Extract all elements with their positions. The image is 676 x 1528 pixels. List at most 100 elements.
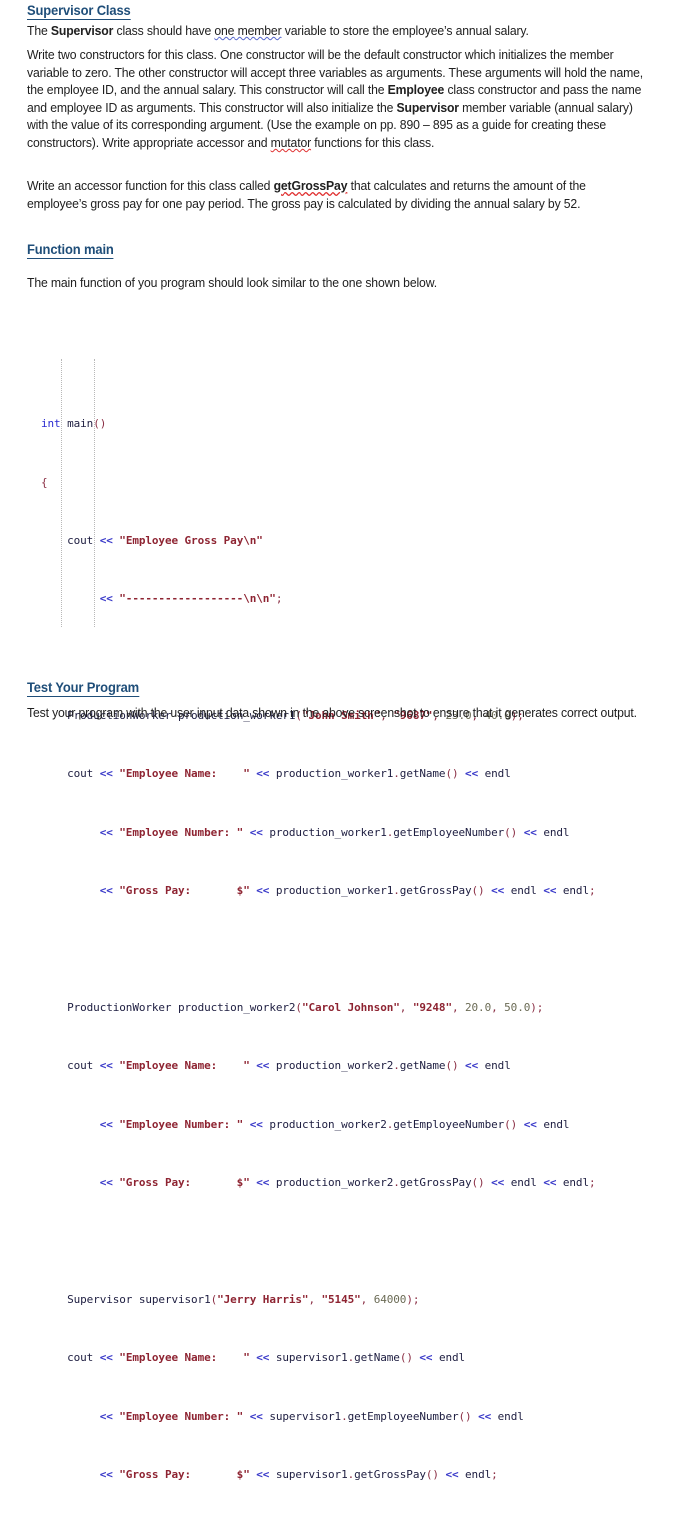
code-var-worker2-ref-3: production_worker2 xyxy=(275,1176,394,1190)
code-var-worker1-ref-2: production_worker1 xyxy=(269,825,387,839)
heading-function-main: Function main xyxy=(27,242,114,259)
code-method-getemployeenumber-1: getEmployeeNumber xyxy=(393,825,505,839)
code-op-insert-6: << xyxy=(99,825,113,839)
code-string-worker2-name: "Carol Johnson" xyxy=(301,1000,400,1014)
code-keyword-int: int xyxy=(41,417,61,431)
code-line-16: Supervisor supervisor1("Jerry Harris", "… xyxy=(67,1292,420,1306)
code-op-insert-18: << xyxy=(523,1117,537,1131)
code-var-supervisor1-ref-2: supervisor1 xyxy=(269,1409,342,1423)
code-line-12: cout << "Employee Name: " << production_… xyxy=(67,1059,511,1073)
para2-bold-supervisor: Supervisor xyxy=(396,100,460,115)
code-method-getname-1: getName xyxy=(399,767,446,781)
code-var-worker2-decl: production_worker2 xyxy=(178,1000,296,1014)
code-var-supervisor1-ref-3: supervisor1 xyxy=(275,1467,348,1481)
para4-text: The main function of you program should … xyxy=(27,276,437,290)
code-endl-3: endl xyxy=(510,884,537,898)
code-string-supervisor1-id: "5145" xyxy=(321,1292,361,1306)
para1-text-part3: variable to store the employee’s annual … xyxy=(281,24,529,38)
code-op-insert-15: << xyxy=(465,1059,479,1073)
code-number-worker2-rate: 20.0 xyxy=(465,1000,492,1014)
code-op-insert-22: << xyxy=(543,1176,557,1190)
para3-text-part1: Write an accessor function for this clas… xyxy=(27,179,274,193)
code-line-9: << "Gross Pay: $" << production_worker1.… xyxy=(99,884,596,898)
code-endl-1: endl xyxy=(484,767,511,781)
code-method-getemployeenumber-2: getEmployeeNumber xyxy=(393,1117,505,1131)
code-op-insert-20: << xyxy=(256,1176,270,1190)
code-string-supervisor1-name: "Jerry Harris" xyxy=(217,1292,309,1306)
code-line-blank-1 xyxy=(41,651,661,666)
code-op-insert-19: << xyxy=(99,1176,113,1190)
code-string-label-name-1: "Employee Name: " xyxy=(119,767,250,781)
paragraph-supervisor-member-variable: The Supervisor class should have one mem… xyxy=(27,23,638,41)
code-class-productionworker-2: ProductionWorker xyxy=(67,1000,172,1014)
code-line-11: ProductionWorker production_worker2("Car… xyxy=(67,1000,544,1014)
code-var-worker2-ref-2: production_worker2 xyxy=(269,1117,387,1131)
code-op-insert-3: << xyxy=(99,767,113,781)
code-line-19: << "Gross Pay: $" << supervisor1.getGros… xyxy=(99,1467,498,1481)
code-endl-8: endl xyxy=(562,1176,589,1190)
code-op-insert-13: << xyxy=(99,1059,113,1073)
para1-text-part2: class should have xyxy=(113,24,215,38)
code-op-insert-4: << xyxy=(256,767,270,781)
code-stream-cout-3: cout xyxy=(67,1059,94,1073)
code-op-insert-21: << xyxy=(491,1176,505,1190)
code-string-label-name-2: "Employee Name: " xyxy=(119,1059,250,1073)
para2-text-part4: functions for this class. xyxy=(311,135,435,150)
code-line-4: << "------------------\n\n"; xyxy=(99,592,283,606)
code-op-insert-23: << xyxy=(99,1351,113,1365)
code-op-insert-25: << xyxy=(419,1351,433,1365)
section-supervisor-class: Supervisor Class xyxy=(27,2,135,20)
code-number-supervisor1-salary: 64000 xyxy=(373,1292,407,1306)
code-line-blank-4 xyxy=(41,1526,661,1528)
code-endl-4: endl xyxy=(562,884,589,898)
code-block-main-function: int main() { cout << "Employee Gross Pay… xyxy=(41,315,661,1481)
code-line-17: cout << "Employee Name: " << supervisor1… xyxy=(67,1351,466,1365)
code-var-supervisor1-decl: supervisor1 xyxy=(138,1292,211,1306)
para1-text-part1: The xyxy=(27,24,51,38)
paragraph-main-function-intro: The main function of you program should … xyxy=(27,275,646,293)
code-op-insert-28: << xyxy=(478,1409,492,1423)
code-var-worker1-ref-3: production_worker1 xyxy=(275,884,394,898)
code-endl-10: endl xyxy=(497,1409,524,1423)
code-op-insert-2: << xyxy=(99,592,113,606)
code-stream-cout-1: cout xyxy=(67,533,94,547)
code-string-header: "Employee Gross Pay\n" xyxy=(119,533,263,547)
code-method-getgrosspay-2: getGrossPay xyxy=(399,1176,472,1190)
code-op-insert-16: << xyxy=(99,1117,113,1131)
para1-bold-supervisor: Supervisor xyxy=(50,24,114,38)
code-op-insert-26: << xyxy=(99,1409,113,1423)
code-line-8: << "Employee Number: " << production_wor… xyxy=(99,825,570,839)
code-line-blank-3 xyxy=(41,1234,661,1249)
code-endl-11: endl xyxy=(465,1467,492,1481)
code-string-label-number-2: "Employee Number: " xyxy=(119,1117,244,1131)
section-function-main: Function main xyxy=(27,241,117,259)
code-line-14: << "Gross Pay: $" << production_worker2.… xyxy=(99,1176,596,1190)
code-op-insert-27: << xyxy=(249,1409,263,1423)
code-method-getemployeenumber-3: getEmployeeNumber xyxy=(347,1409,459,1423)
heading-supervisor-class: Supervisor Class xyxy=(27,3,131,20)
code-string-label-number-3: "Employee Number: " xyxy=(119,1409,244,1423)
indent-guide-level-1 xyxy=(61,359,62,627)
code-string-label-gross-3: "Gross Pay: $" xyxy=(119,1467,250,1481)
heading-test-your-program: Test Your Program xyxy=(27,680,140,697)
para3-spellcheck-getgrosspay: getGrossPay xyxy=(273,179,348,193)
code-line-2: { xyxy=(41,475,48,489)
para1-spellcheck-one-member: one member xyxy=(214,24,282,38)
para2-spellcheck-mutator: mutator xyxy=(270,135,312,150)
code-op-insert-31: << xyxy=(445,1467,459,1481)
code-stream-cout-2: cout xyxy=(67,767,94,781)
code-method-getgrosspay-3: getGrossPay xyxy=(354,1467,426,1481)
code-method-getname-3: getName xyxy=(354,1351,400,1365)
code-endl-5: endl xyxy=(484,1059,511,1073)
code-var-worker2-ref-1: production_worker2 xyxy=(275,1059,394,1073)
code-op-insert-17: << xyxy=(249,1117,263,1131)
code-op-insert-7: << xyxy=(249,825,263,839)
code-endl-6: endl xyxy=(543,1117,570,1131)
code-op-insert-14: << xyxy=(256,1059,270,1073)
document-page: Supervisor Class The Supervisor class sh… xyxy=(0,0,676,1481)
code-line-3: cout << "Employee Gross Pay\n" xyxy=(41,534,661,549)
code-method-getgrosspay-1: getGrossPay xyxy=(399,884,472,898)
code-endl-9: endl xyxy=(438,1351,466,1365)
code-fn-main: main xyxy=(67,417,94,431)
code-op-insert-5: << xyxy=(465,767,479,781)
